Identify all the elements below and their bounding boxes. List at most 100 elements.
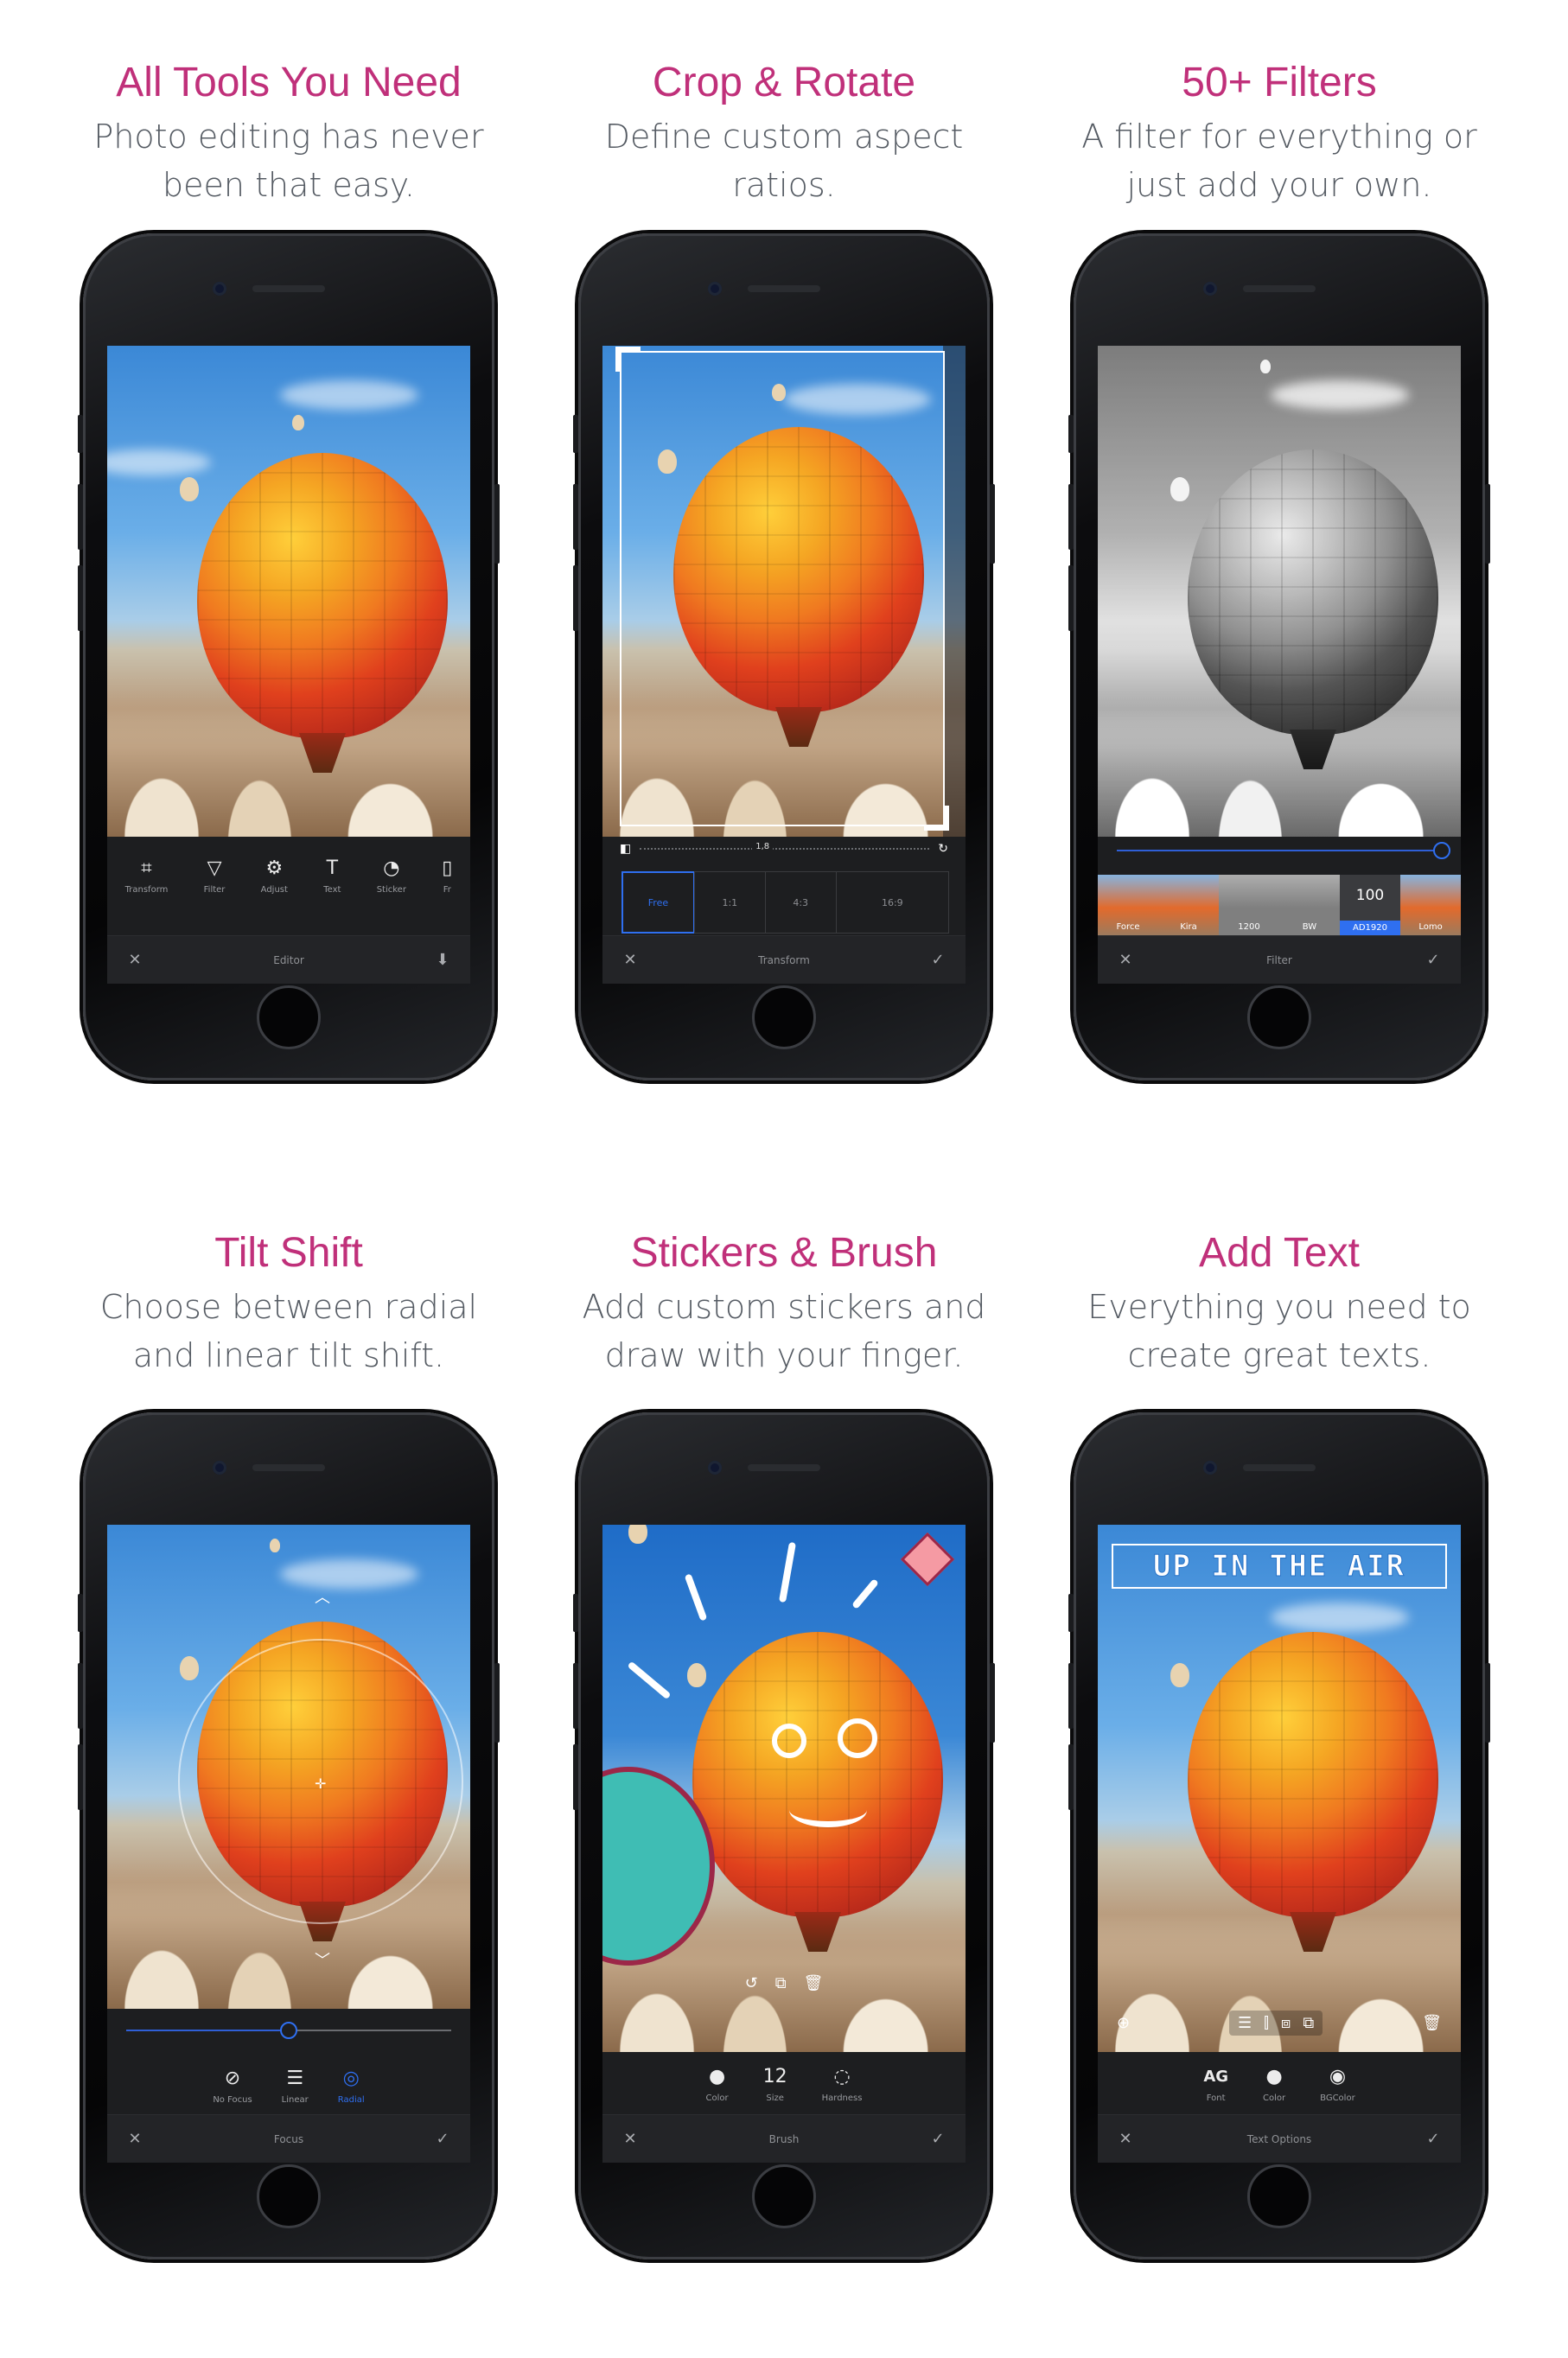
brush-stroke[interactable] <box>778 1541 797 1603</box>
rotate-icon[interactable]: ↺ <box>745 1974 758 1992</box>
check-icon[interactable]: ✓ <box>434 2130 451 2148</box>
bottom-bar: ✕ Text Options ✓ <box>1098 2114 1461 2163</box>
feature-description: Choose between radial and linear tilt sh… <box>99 1288 478 1374</box>
check-icon[interactable]: ✓ <box>1425 951 1442 969</box>
filter-thumb[interactable]: Lomo <box>1400 875 1461 935</box>
slider-knob[interactable] <box>1433 842 1450 859</box>
ratio-4-3[interactable]: 4:3 <box>764 871 837 934</box>
mode-linear[interactable]: ☰ Linear <box>282 2068 309 2105</box>
rotation-ruler[interactable]: ◧ 1,8 ↻ <box>620 840 948 857</box>
brush-size[interactable]: 12 Size <box>763 2066 787 2103</box>
ratio-16-9[interactable]: 16:9 <box>835 871 950 934</box>
bgcolor-icon: ◉ <box>1329 2066 1347 2087</box>
delete-icon[interactable]: 🗑 <box>1422 2014 1442 2032</box>
flip-icon[interactable]: ⫿ <box>1264 2014 1269 2032</box>
check-icon[interactable]: ✓ <box>929 2130 947 2148</box>
phone-mockup: ⌗ Transform ▽ Filter ⚙ Adjust T Text ◔ Sticke… <box>78 233 500 1080</box>
feature-title: Crop & Rotate <box>652 60 916 105</box>
bar-title: Focus <box>273 2132 304 2145</box>
align-icon[interactable]: ☰ <box>1238 2014 1252 2032</box>
download-icon[interactable]: ⬇ <box>434 951 451 969</box>
kite-sticker[interactable] <box>900 1532 955 1587</box>
home-button[interactable] <box>752 2164 816 2228</box>
brush-stroke[interactable] <box>851 1578 879 1609</box>
feature-tilt-shift: Tilt Shift Choose between radial and lin… <box>28 1227 550 1380</box>
tool-adjust[interactable]: ⚙ Adjust <box>261 857 288 895</box>
brush-hardness[interactable]: ◌ Hardness <box>822 2066 863 2103</box>
brush-stroke[interactable] <box>684 1573 708 1622</box>
text-actions: ⊕ ☰ ⫿ ⧈ ⧉ 🗑 <box>1098 2011 1461 2036</box>
tool-sticker[interactable]: ◔ Sticker <box>377 857 406 895</box>
brush-stroke[interactable] <box>627 1660 672 1700</box>
delete-icon[interactable]: 🗑 <box>804 1974 824 1992</box>
filter-thumb-selected[interactable]: 100 AD1920 <box>1340 875 1400 935</box>
tool-frame[interactable]: ▯ Fr <box>442 857 452 895</box>
ratio-1-1[interactable]: 1:1 <box>693 871 766 934</box>
filter-thumb[interactable]: 1200 <box>1219 875 1279 935</box>
ruler-value: 1,8 <box>752 842 774 851</box>
chevron-down-icon[interactable]: ﹀ <box>315 1948 330 1971</box>
mode-radial[interactable]: ◎ Radial <box>338 2068 365 2105</box>
frame-icon: ▯ <box>442 857 453 879</box>
close-icon[interactable]: ✕ <box>621 951 639 969</box>
home-button[interactable] <box>752 985 816 1049</box>
chevron-up-icon[interactable]: ︿ <box>315 1585 330 1608</box>
feature-title: Stickers & Brush <box>630 1230 938 1276</box>
close-icon[interactable]: ✕ <box>621 2130 639 2148</box>
brush-screen: ↺ ⧉ 🗑 ● Color 12 Size ◌ Hardness ✕ Brush ✓ <box>602 1525 966 2163</box>
duplicate-icon[interactable]: ⧉ <box>775 1974 787 1992</box>
feature-description: A filter for everything or just add your… <box>1081 118 1477 204</box>
camera-icon <box>1203 1461 1217 1475</box>
reset-rotation-icon[interactable]: ↻ <box>938 842 948 856</box>
close-icon[interactable]: ✕ <box>1117 951 1134 969</box>
filter-value: 100 <box>1355 887 1385 904</box>
check-icon[interactable]: ✓ <box>1425 2130 1442 2148</box>
bottom-bar: ✕ Transform ✓ <box>602 935 966 984</box>
home-button[interactable] <box>257 985 321 1049</box>
filter-thumb[interactable]: Force <box>1098 875 1158 935</box>
feature-description: Photo editing has never been that easy. <box>93 118 484 204</box>
text-icon: T <box>326 857 339 879</box>
text-bgcolor[interactable]: ◉ BGColor <box>1320 2066 1355 2103</box>
phone-mockup: ↺ ⧉ 🗑 ● Color 12 Size ◌ Hardness ✕ Brush ✓ <box>573 1412 995 2259</box>
aspect-ratio-picker: Free 1:1 4:3 16:9 <box>621 871 950 934</box>
speaker <box>748 285 820 292</box>
camera-icon <box>213 282 226 296</box>
filter-thumb[interactable]: BW <box>1279 875 1340 935</box>
aspect-toggle-icon[interactable]: ◧ <box>620 842 631 856</box>
mode-no-focus[interactable]: ⊘ No Focus <box>213 2068 252 2105</box>
blur-slider[interactable] <box>126 2022 451 2039</box>
tool-transform[interactable]: ⌗ Transform <box>125 857 169 895</box>
text-layer[interactable]: UP IN THE AIR <box>1112 1544 1447 1589</box>
slider-knob[interactable] <box>280 2022 297 2039</box>
crop-frame[interactable] <box>615 347 949 831</box>
close-icon[interactable]: ✕ <box>1117 2130 1134 2148</box>
ratio-free[interactable]: Free <box>621 871 695 934</box>
close-icon[interactable]: ✕ <box>126 2130 143 2148</box>
check-icon[interactable]: ✓ <box>929 951 947 969</box>
color-icon: ● <box>708 2066 726 2087</box>
layer-icon[interactable]: ⧈ <box>1281 2014 1291 2032</box>
feature-title: All Tools You Need <box>116 60 462 105</box>
phone-mockup: UP IN THE AIR ⊕ ☰ ⫿ ⧈ ⧉ 🗑 AG Font ● Color … <box>1068 1412 1490 2259</box>
speaker <box>252 285 325 292</box>
home-button[interactable] <box>1247 2164 1311 2228</box>
brush-color[interactable]: ● Color <box>706 2066 729 2103</box>
filter-thumb[interactable]: Kira <box>1158 875 1219 935</box>
feature-crop-rotate: Crop & Rotate Define custom aspect ratio… <box>523 57 1045 209</box>
color-icon: ● <box>1265 2066 1283 2087</box>
home-button[interactable] <box>1247 985 1311 1049</box>
brush-face-drawing[interactable] <box>772 1718 884 1862</box>
photo-canvas <box>602 1525 966 2052</box>
text-color[interactable]: ● Color <box>1263 2066 1285 2103</box>
tool-text[interactable]: T Text <box>323 857 341 895</box>
text-font[interactable]: AG Font <box>1203 2066 1228 2103</box>
duplicate-icon[interactable]: ⧉ <box>1303 2014 1314 2032</box>
home-button[interactable] <box>257 2164 321 2228</box>
close-icon[interactable]: ✕ <box>126 951 143 969</box>
focus-center-icon[interactable]: ✛ <box>315 1775 326 1792</box>
photo-canvas <box>1098 346 1461 837</box>
add-icon[interactable]: ⊕ <box>1117 2014 1130 2032</box>
tool-filter[interactable]: ▽ Filter <box>204 857 226 895</box>
intensity-slider[interactable] <box>1117 842 1450 859</box>
